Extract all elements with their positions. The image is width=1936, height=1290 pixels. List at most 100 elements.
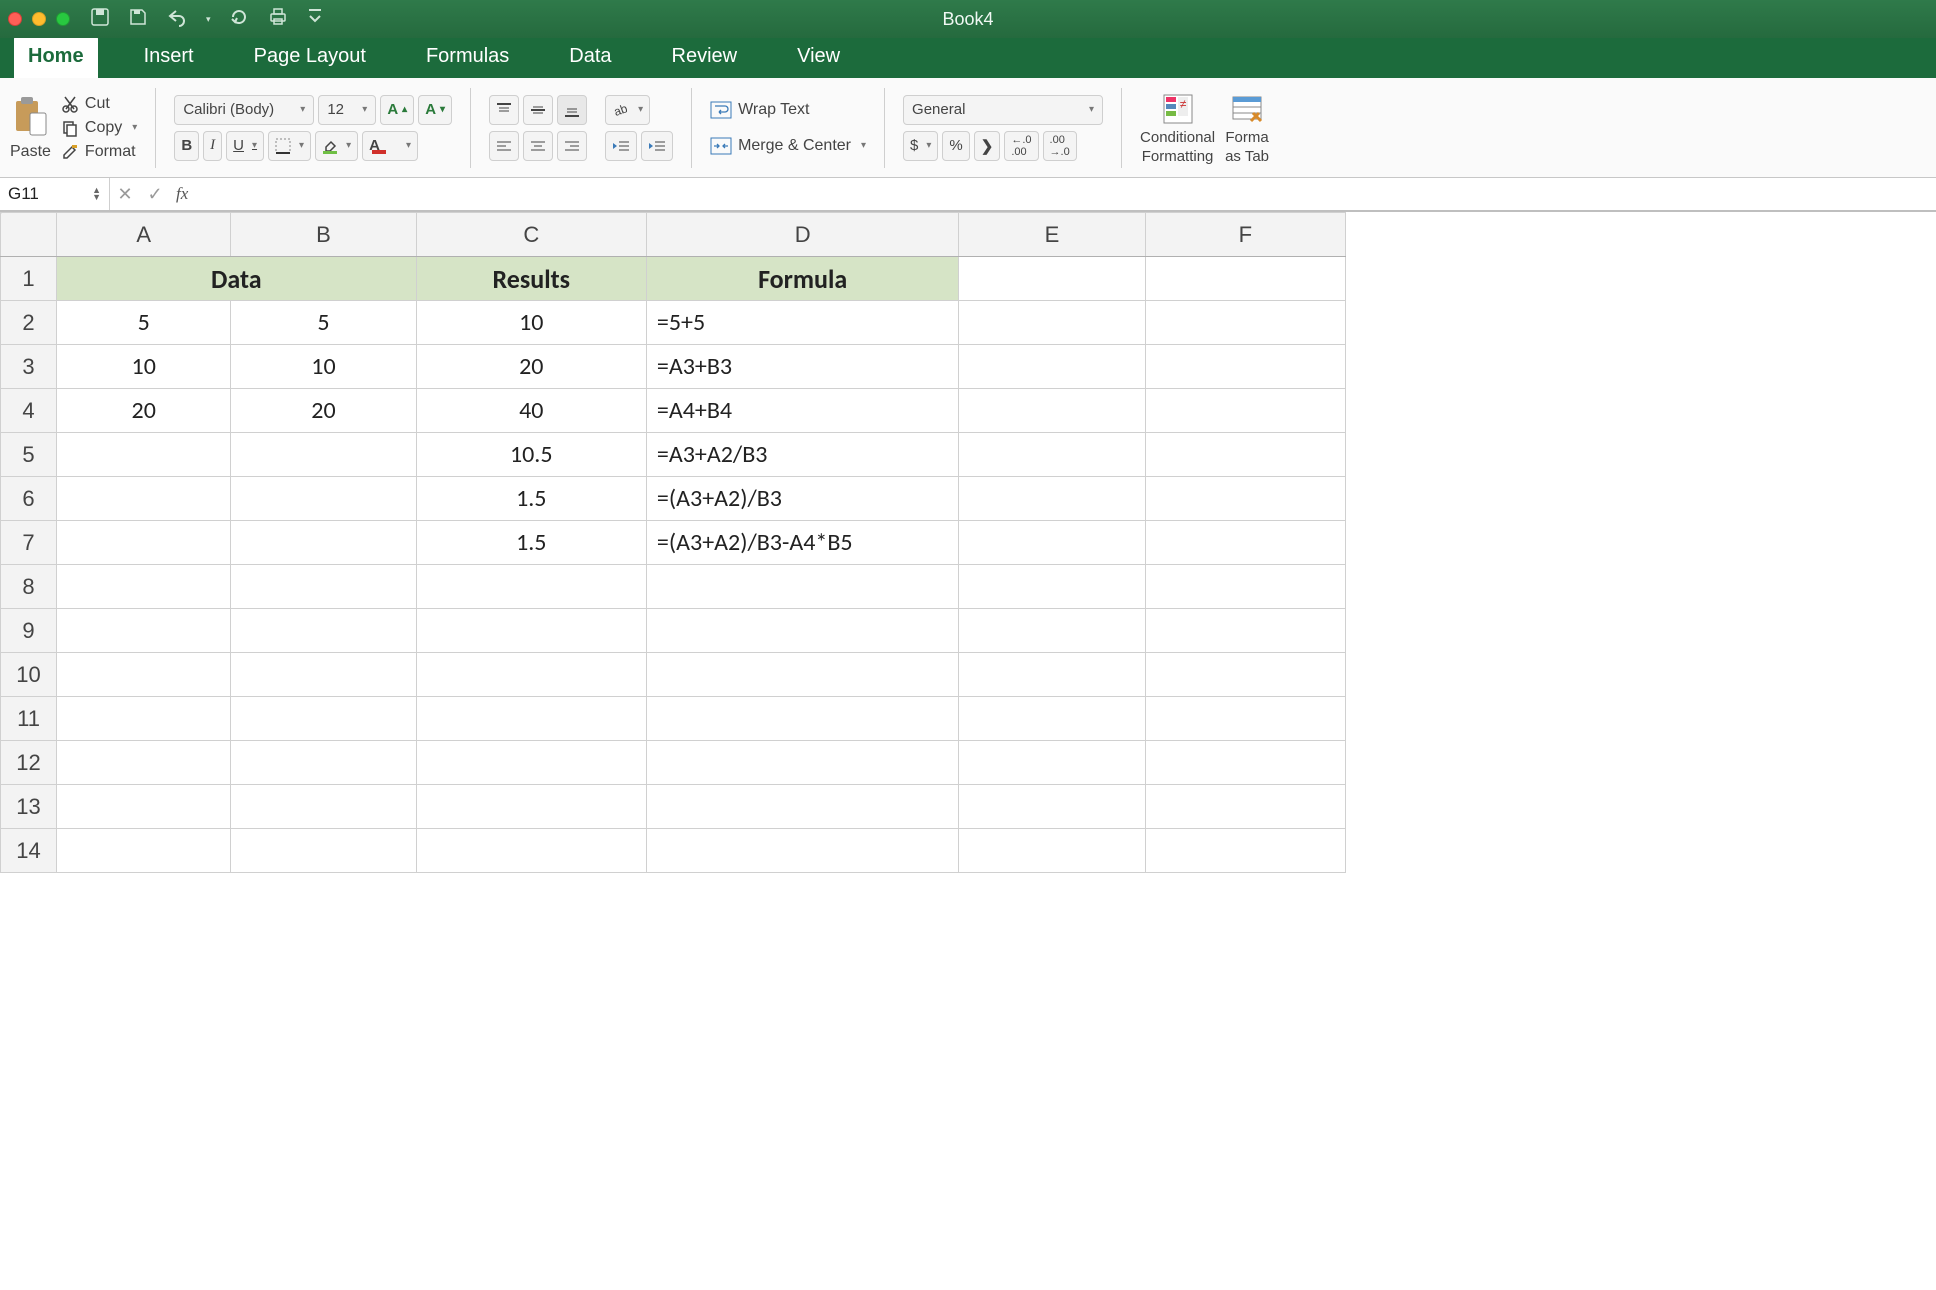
cell-F7[interactable] (1145, 521, 1345, 565)
cell-D9[interactable] (646, 609, 958, 653)
col-header-A[interactable]: A (57, 213, 231, 257)
font-name-select[interactable]: Calibri (Body)▾ (174, 95, 314, 125)
print-icon[interactable] (267, 7, 289, 32)
cell-E4[interactable] (959, 389, 1145, 433)
cell-E13[interactable] (959, 785, 1145, 829)
cell-F10[interactable] (1145, 653, 1345, 697)
cell-A13[interactable] (57, 785, 231, 829)
tab-page-layout[interactable]: Page Layout (240, 35, 380, 78)
cell-F1[interactable] (1145, 257, 1345, 301)
cell-B7[interactable] (231, 521, 416, 565)
cell-E6[interactable] (959, 477, 1145, 521)
cell-D12[interactable] (646, 741, 958, 785)
cell-D4[interactable]: =A4+B4 (646, 389, 958, 433)
cell-E11[interactable] (959, 697, 1145, 741)
cell-B3[interactable]: 10 (231, 345, 416, 389)
cell-B10[interactable] (231, 653, 416, 697)
cell-C5[interactable]: 10.5 (416, 433, 646, 477)
row-header-10[interactable]: 10 (1, 653, 57, 697)
cell-D10[interactable] (646, 653, 958, 697)
cell-B11[interactable] (231, 697, 416, 741)
cell-B6[interactable] (231, 477, 416, 521)
row-header-2[interactable]: 2 (1, 301, 57, 345)
cut-button[interactable]: Cut (61, 95, 137, 113)
cell-E14[interactable] (959, 829, 1145, 873)
tab-view[interactable]: View (783, 35, 854, 78)
cell-A7[interactable] (57, 521, 231, 565)
cell-D2[interactable]: =5+5 (646, 301, 958, 345)
cell-F3[interactable] (1145, 345, 1345, 389)
cell-A9[interactable] (57, 609, 231, 653)
bold-button[interactable]: B (174, 131, 199, 161)
row-header-9[interactable]: 9 (1, 609, 57, 653)
tab-formulas[interactable]: Formulas (412, 35, 523, 78)
paste-button[interactable]: Paste (10, 95, 51, 161)
cell-C6[interactable]: 1.5 (416, 477, 646, 521)
row-header-1[interactable]: 1 (1, 257, 57, 301)
fill-color-button[interactable]: ▾ (315, 131, 358, 161)
row-header-11[interactable]: 11 (1, 697, 57, 741)
cell-C2[interactable]: 10 (416, 301, 646, 345)
enter-formula-icon[interactable]: ✓ (140, 184, 170, 205)
conditional-formatting-button[interactable]: ≠ Conditional Formatting (1140, 91, 1215, 165)
autosave-icon[interactable] (90, 7, 110, 32)
cell-A10[interactable] (57, 653, 231, 697)
cell-A2[interactable]: 5 (57, 301, 231, 345)
cell-C3[interactable]: 20 (416, 345, 646, 389)
row-header-14[interactable]: 14 (1, 829, 57, 873)
col-header-C[interactable]: C (416, 213, 646, 257)
cell-B12[interactable] (231, 741, 416, 785)
cell-F11[interactable] (1145, 697, 1345, 741)
redo-icon[interactable] (229, 7, 249, 32)
cell-E9[interactable] (959, 609, 1145, 653)
cell-A12[interactable] (57, 741, 231, 785)
row-header-4[interactable]: 4 (1, 389, 57, 433)
align-center-button[interactable] (523, 131, 553, 161)
cell-F12[interactable] (1145, 741, 1345, 785)
copy-button[interactable]: Copy▾ (61, 119, 137, 137)
cell-B2[interactable]: 5 (231, 301, 416, 345)
cell-C7[interactable]: 1.5 (416, 521, 646, 565)
align-middle-button[interactable] (523, 95, 553, 125)
cell-D11[interactable] (646, 697, 958, 741)
decrease-decimal-button[interactable]: .00→.0 (1043, 131, 1077, 161)
comma-style-button[interactable]: ❯ (974, 131, 1001, 161)
qat-customize-icon[interactable] (307, 7, 323, 30)
cell-C11[interactable] (416, 697, 646, 741)
cell-F6[interactable] (1145, 477, 1345, 521)
close-window-icon[interactable] (8, 12, 22, 26)
select-all-corner[interactable] (1, 213, 57, 257)
cell-E5[interactable] (959, 433, 1145, 477)
cell-F13[interactable] (1145, 785, 1345, 829)
cell-C8[interactable] (416, 565, 646, 609)
wrap-text-button[interactable]: Wrap Text (710, 95, 866, 125)
row-header-8[interactable]: 8 (1, 565, 57, 609)
cell-B8[interactable] (231, 565, 416, 609)
underline-button[interactable]: U▾ (226, 131, 264, 161)
row-header-5[interactable]: 5 (1, 433, 57, 477)
worksheet[interactable]: A B C D E F 1 Data Results Formula 2 5 5… (0, 212, 1936, 873)
cell-A14[interactable] (57, 829, 231, 873)
cell-E10[interactable] (959, 653, 1145, 697)
cell-C9[interactable] (416, 609, 646, 653)
cell-F8[interactable] (1145, 565, 1345, 609)
save-icon[interactable] (128, 7, 148, 32)
cell-A8[interactable] (57, 565, 231, 609)
tab-data[interactable]: Data (555, 35, 625, 78)
increase-indent-button[interactable] (641, 131, 673, 161)
zoom-window-icon[interactable] (56, 12, 70, 26)
cell-C10[interactable] (416, 653, 646, 697)
cell-D6[interactable]: =(A3+A2)/B3 (646, 477, 958, 521)
row-header-3[interactable]: 3 (1, 345, 57, 389)
percent-button[interactable]: % (942, 131, 969, 161)
cell-B4[interactable]: 20 (231, 389, 416, 433)
align-top-button[interactable] (489, 95, 519, 125)
number-format-select[interactable]: General▾ (903, 95, 1103, 125)
cell-D5[interactable]: =A3+A2/B3 (646, 433, 958, 477)
cell-D14[interactable] (646, 829, 958, 873)
cell-B13[interactable] (231, 785, 416, 829)
format-painter-button[interactable]: Format (61, 143, 137, 161)
cell-C1[interactable]: Results (416, 257, 646, 301)
orientation-button[interactable]: ab▾ (605, 95, 650, 125)
cell-A3[interactable]: 10 (57, 345, 231, 389)
